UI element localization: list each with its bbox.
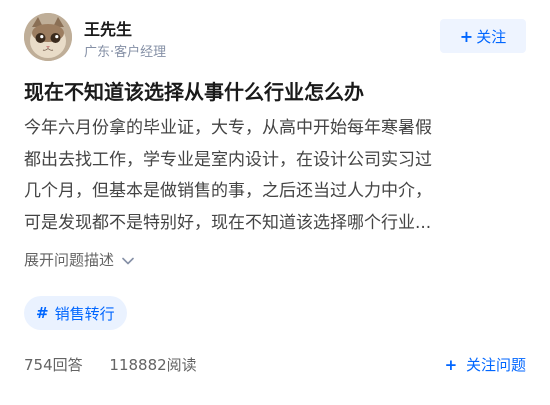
follow-question-button[interactable]: + 关注问题 bbox=[445, 354, 526, 375]
question-header: 王先生 广东·客户经理 + 关注 bbox=[24, 13, 526, 61]
description-line: 几个月，但基本是做销售的事，之后还当过人力中介， bbox=[24, 181, 432, 201]
cat-avatar-image bbox=[24, 13, 72, 61]
author-name[interactable]: 王先生 bbox=[84, 16, 132, 40]
follow-label: 关注 bbox=[476, 27, 507, 46]
chevron-down-icon bbox=[122, 251, 134, 269]
plus-icon: + bbox=[459, 26, 474, 46]
question-description[interactable]: 今年六月份拿的毕业证，大专，从高中开始每年寒暑假 都出去找工作，学专业是室内设计… bbox=[24, 113, 526, 239]
description-line: 都出去找工作，学专业是室内设计，在设计公司实习过 bbox=[24, 149, 432, 170]
expand-label: 展开问题描述 bbox=[24, 251, 115, 269]
topic-tag[interactable]: # 销售转行 bbox=[24, 296, 127, 330]
avatar[interactable] bbox=[24, 13, 72, 61]
expand-description-button[interactable]: 展开问题描述 bbox=[24, 249, 134, 270]
read-count: 118882阅读 bbox=[109, 356, 197, 374]
author-meta: 广东·客户经理 bbox=[84, 45, 167, 60]
topic-label: 销售转行 bbox=[54, 304, 115, 323]
description-line: 今年六月份拿的毕业证，大专，从高中开始每年寒暑假 bbox=[24, 118, 432, 138]
question-stats: 754回答 118882阅读 bbox=[24, 354, 219, 375]
description-line: 可是发现都不是特别好，现在不知道该选择哪个行业... bbox=[24, 212, 432, 233]
hash-icon: # bbox=[36, 304, 49, 322]
follow-question-label: 关注问题 bbox=[465, 356, 526, 374]
follow-user-button[interactable]: + 关注 bbox=[440, 19, 526, 53]
plus-icon: + bbox=[444, 356, 458, 374]
question-title[interactable]: 现在不知道该选择从事什么行业怎么办 bbox=[24, 78, 526, 106]
answer-count: 754回答 bbox=[24, 356, 83, 374]
